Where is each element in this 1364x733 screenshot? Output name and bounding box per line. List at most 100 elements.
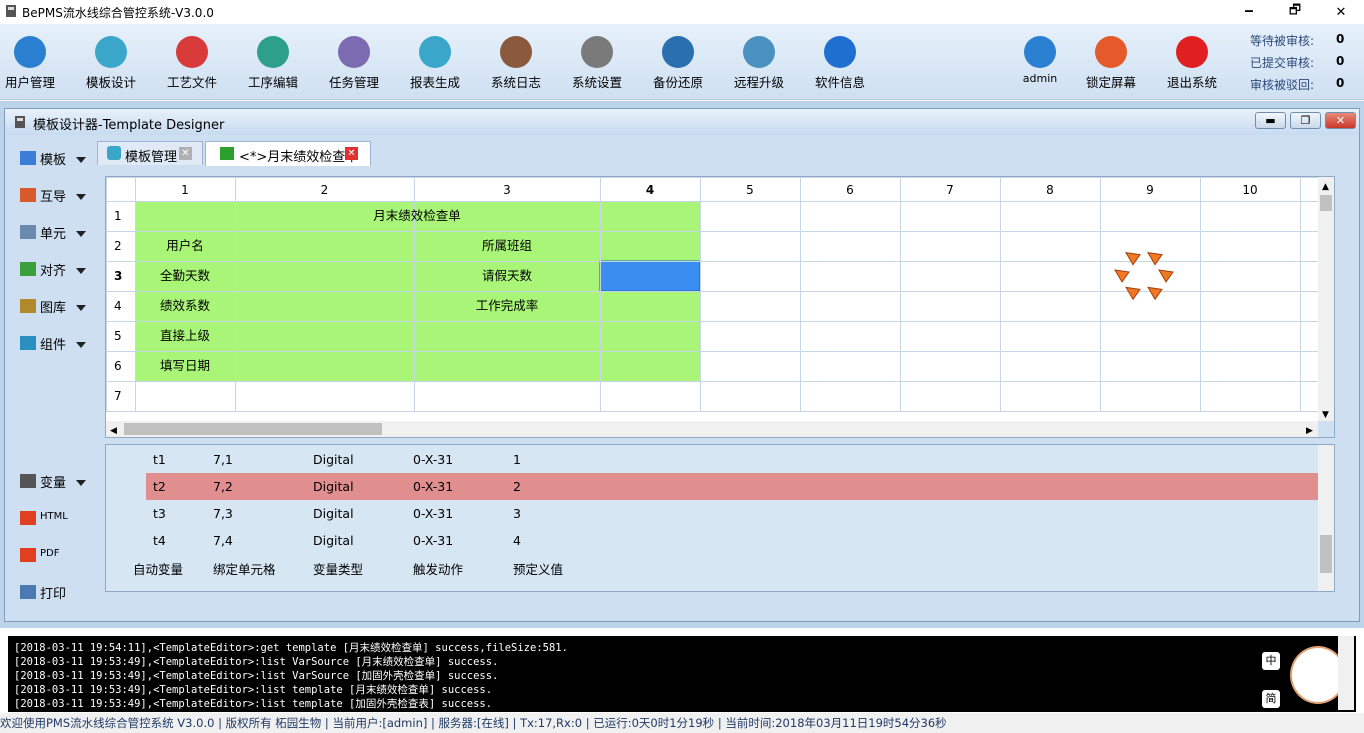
close-button[interactable]: ✕: [1318, 0, 1364, 24]
side-menu-pdf[interactable]: PDF: [12, 542, 90, 572]
horizontal-scroll-thumb[interactable]: [124, 423, 382, 435]
variable-cell: Digital: [313, 452, 354, 467]
variable-row[interactable]: t2 7,2 Digital 0-X-31 2: [146, 473, 1318, 500]
side-menu-html[interactable]: HTML: [12, 505, 90, 535]
toolbar-info-button[interactable]: 软件信息: [800, 24, 880, 100]
toolbar-exit-button[interactable]: 退出系统: [1152, 24, 1232, 100]
vertical-scroll-thumb[interactable]: [1320, 195, 1332, 211]
toolbar-backup-button[interactable]: 备份还原: [638, 24, 718, 100]
row-header[interactable]: 3: [114, 269, 122, 283]
html-icon: [20, 511, 36, 525]
variable-icon: [20, 474, 36, 488]
scroll-up-icon[interactable]: ▲: [1322, 182, 1329, 192]
child-restore-button[interactable]: ❐: [1290, 112, 1321, 129]
side-menu-import-export[interactable]: 互导: [12, 182, 90, 212]
review-status-label: 等待被审核:: [1250, 34, 1315, 48]
align-icon: [20, 262, 36, 276]
toolbar-process-edit-button[interactable]: 工序编辑: [233, 24, 313, 100]
toolbar-upgrade-button[interactable]: 远程升级: [719, 24, 799, 100]
cell-completion[interactable]: 工作完成率: [476, 298, 539, 313]
variable-header[interactable]: 自动变量: [133, 559, 183, 578]
side-menu-component[interactable]: 组件: [12, 330, 90, 360]
side-label: HTML: [40, 511, 68, 522]
scroll-right-icon[interactable]: ▶: [1306, 426, 1313, 436]
variable-cell: 7,3: [213, 506, 233, 521]
toolbar-users-button[interactable]: 用户管理: [0, 24, 70, 100]
side-menu-template[interactable]: 模板: [12, 145, 90, 175]
row-header[interactable]: 1: [114, 209, 122, 223]
toolbar-report-button[interactable]: 报表生成: [395, 24, 475, 100]
child-minimize-button[interactable]: ▬: [1255, 112, 1286, 129]
column-header[interactable]: 4: [646, 183, 654, 197]
row-header[interactable]: 2: [114, 239, 122, 253]
variable-row[interactable]: t1 7,1 Digital 0-X-31 1: [146, 446, 1318, 473]
column-header[interactable]: 7: [946, 183, 954, 197]
side-label: PDF: [40, 548, 60, 559]
app-icon: [4, 4, 18, 18]
cell-coefficient[interactable]: 绩效系数: [160, 298, 211, 313]
review-status-label: 审核被驳回:: [1250, 78, 1315, 92]
column-header[interactable]: 10: [1242, 183, 1257, 197]
tab-template-manage[interactable]: 模板管理 ✕: [97, 141, 203, 165]
tab-close-icon[interactable]: ✕: [345, 147, 358, 160]
variable-cell: 0-X-31: [413, 533, 454, 548]
toolbar-label: 备份还原: [652, 75, 703, 90]
side-menu-variable[interactable]: 变量: [12, 468, 90, 498]
side-menu-gallery[interactable]: 图库: [12, 293, 90, 323]
log-scrollbar[interactable]: [1338, 636, 1354, 710]
side-menu-cell[interactable]: 单元: [12, 219, 90, 249]
row-header[interactable]: 5: [114, 329, 122, 343]
selected-cell[interactable]: [599, 260, 701, 292]
column-header[interactable]: 9: [1146, 183, 1154, 197]
tab-close-icon[interactable]: ✕: [179, 147, 192, 160]
toolbar-label: 软件信息: [814, 75, 865, 90]
variable-header[interactable]: 触发动作: [413, 559, 463, 578]
column-header[interactable]: 2: [321, 183, 329, 197]
tab-monthly-check[interactable]: <*>月末绩效检查单 ✕: [205, 141, 371, 166]
vertical-scrollbar[interactable]: [1318, 177, 1334, 421]
toolbar-process-file-button[interactable]: 工艺文件: [152, 24, 232, 100]
variable-header[interactable]: 预定义值: [513, 559, 563, 578]
column-header[interactable]: 8: [1046, 183, 1054, 197]
scroll-down-icon[interactable]: ▼: [1322, 410, 1329, 420]
scroll-left-icon[interactable]: ◀: [110, 426, 117, 436]
variable-row[interactable]: t3 7,3 Digital 0-X-31 3: [146, 500, 1318, 527]
side-menu-align[interactable]: 对齐: [12, 256, 90, 286]
column-header[interactable]: 5: [746, 183, 754, 197]
side-menu-print[interactable]: 打印: [12, 579, 90, 609]
toolbar-admin-button[interactable]: admin: [1000, 24, 1080, 100]
column-header[interactable]: 1: [181, 183, 189, 197]
row-header[interactable]: 6: [114, 359, 122, 373]
toolbar-task-button[interactable]: 任务管理: [314, 24, 394, 100]
variable-row[interactable]: t4 7,4 Digital 0-X-31 4: [146, 527, 1318, 554]
cell-leave[interactable]: 请假天数: [482, 268, 533, 283]
column-header[interactable]: 3: [503, 183, 511, 197]
cell-username[interactable]: 用户名: [166, 238, 204, 253]
toolbar-log-button[interactable]: 系统日志: [476, 24, 556, 100]
gallery-icon: [20, 299, 36, 313]
cell-superior[interactable]: 直接上级: [160, 328, 211, 343]
row-header[interactable]: 4: [114, 299, 122, 313]
row-header[interactable]: 7: [114, 389, 122, 403]
title-bar: BePMS流水线综合管控系统-V3.0.0 🗕 🗗 ✕: [0, 0, 1364, 24]
maximize-button[interactable]: 🗗: [1272, 0, 1318, 24]
side-label: 变量: [40, 476, 67, 491]
variable-scroll-thumb[interactable]: [1320, 535, 1332, 573]
log-line: [2018-03-11 19:53:49],<TemplateEditor>:l…: [14, 656, 499, 668]
column-header[interactable]: 6: [846, 183, 854, 197]
template-icon: [20, 151, 36, 165]
minimize-button[interactable]: 🗕: [1226, 0, 1272, 24]
cell-date[interactable]: 填写日期: [160, 358, 210, 373]
cell-title[interactable]: 月末绩效检查单: [373, 208, 461, 223]
variable-header[interactable]: 绑定单元格: [213, 559, 276, 578]
toolbar-template-button[interactable]: 模板设计: [71, 24, 151, 100]
toolbar-lock-button[interactable]: 锁定屏幕: [1071, 24, 1151, 100]
cell-team[interactable]: 所属班组: [482, 238, 532, 253]
toolbar-label: 报表生成: [409, 75, 460, 90]
template-grid[interactable]: 1 2 3 4 5 6 7 8 9 10 1 2 3 4 5 6 7 月末绩效检查单用户名 所属班组全勤天数 请假天数…: [105, 176, 1335, 438]
variable-header[interactable]: 变量类型: [313, 559, 363, 578]
cell-attendance[interactable]: 全勤天数: [160, 268, 211, 283]
child-close-button[interactable]: ✕: [1325, 112, 1356, 129]
row-bg: [135, 231, 700, 261]
toolbar-settings-button[interactable]: 系统设置: [557, 24, 637, 100]
